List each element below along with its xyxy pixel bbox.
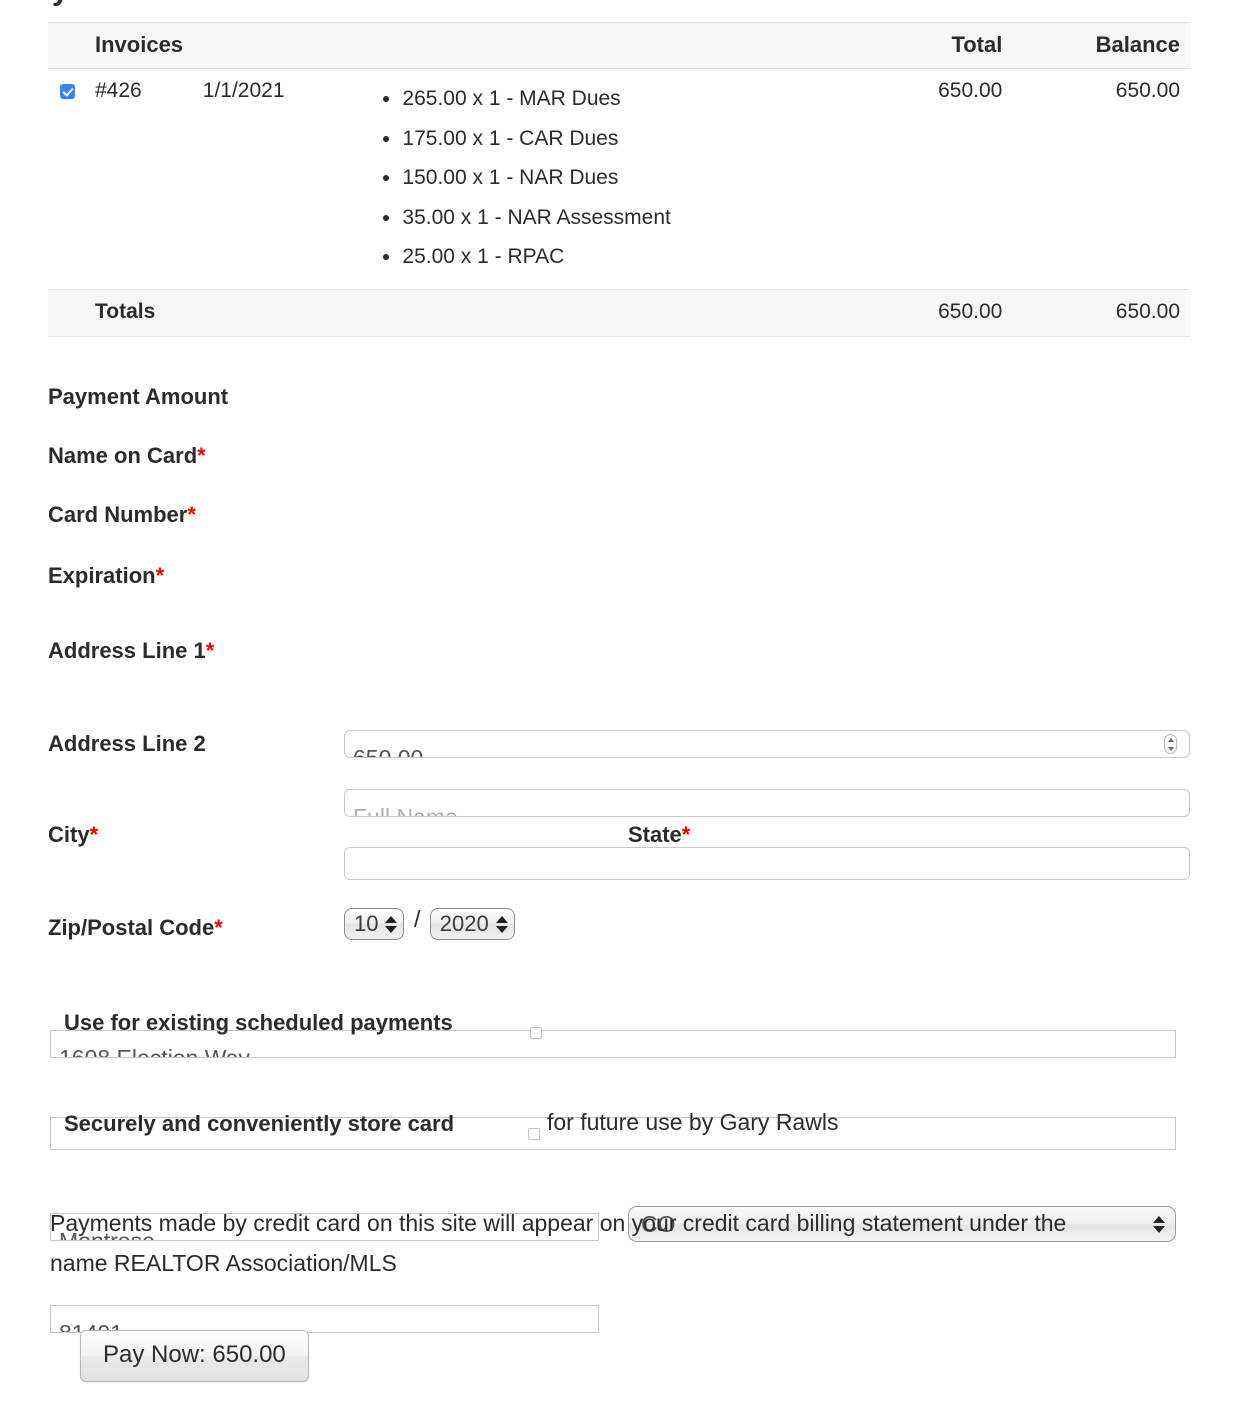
store-card-checkbox[interactable] — [528, 1128, 540, 1140]
header-invoices: Invoices — [85, 22, 841, 69]
list-item: 265.00 x 1 - MAR Dues — [402, 79, 830, 119]
name-on-card-label: Name on Card* — [48, 443, 206, 468]
card-number-input[interactable] — [344, 847, 1190, 880]
state-label: State* — [628, 822, 691, 847]
name-on-card-placeholder: Full Name — [353, 804, 458, 817]
invoice-select-cell — [48, 68, 85, 289]
address-line-2-label: Address Line 2 — [48, 731, 206, 756]
invoices-table-body: #426 1/1/2021 265.00 x 1 - MAR Dues 175.… — [48, 68, 1190, 337]
select-arrows-icon — [1153, 1215, 1165, 1233]
invoice-id: #426 — [85, 68, 193, 289]
totals-spacer — [48, 288, 85, 337]
city-label: City* — [48, 822, 99, 847]
use-existing-scheduled-payments-label: Use for existing scheduled payments — [64, 1010, 453, 1035]
billing-disclaimer: Payments made by credit card on this sit… — [50, 1210, 1067, 1276]
invoice-total: 650.00 — [840, 68, 1013, 289]
card-number-label: Card Number* — [48, 502, 196, 527]
select-arrows-icon — [495, 915, 508, 933]
header-balance: Balance — [1012, 22, 1190, 69]
name-on-card-input[interactable]: Full Name — [344, 789, 1190, 817]
store-card-trailing-text: for future use by Gary Rawls — [547, 1109, 839, 1135]
zip-label: Zip/Postal Code* — [48, 915, 223, 940]
invoices-table-header: Invoices Total Balance — [48, 22, 1190, 69]
select-arrows-icon — [385, 915, 398, 933]
expiration-year-value: 2020 — [439, 911, 489, 936]
payment-amount-value: 650.00 — [353, 745, 424, 758]
invoice-balance: 650.00 — [1012, 68, 1190, 289]
expiration-year-select[interactable]: 2020 — [429, 908, 515, 940]
state-row: State* — [628, 822, 690, 848]
required-marker: * — [155, 563, 165, 588]
totals-row: Totals 650.00 650.00 — [48, 288, 1190, 337]
required-marker: * — [187, 502, 196, 527]
use-existing-scheduled-payments-checkbox[interactable] — [530, 1027, 542, 1039]
expiration-label: Expiration* — [48, 563, 165, 588]
list-item: 175.00 x 1 - CAR Dues — [402, 119, 830, 159]
list-item: 25.00 x 1 - RPAC — [402, 237, 830, 277]
totals-balance: 650.00 — [1012, 288, 1190, 337]
expiration-separator: / — [413, 906, 421, 932]
required-marker: * — [89, 822, 99, 847]
header-total: Total — [840, 22, 1013, 69]
clipped-page-heading: y — [52, 0, 69, 8]
header-select — [48, 22, 85, 69]
totals-total: 650.00 — [840, 288, 1013, 337]
invoice-select-checkbox[interactable] — [60, 84, 75, 99]
required-marker: * — [681, 822, 691, 847]
expiration-controls: 10 / 2020 — [344, 906, 515, 940]
invoice-line-items: 265.00 x 1 - MAR Dues 175.00 x 1 - CAR D… — [364, 68, 841, 289]
stepper-up-icon — [1167, 737, 1174, 742]
stepper-down-icon — [1167, 746, 1174, 751]
expiration-month-select[interactable]: 10 — [344, 908, 405, 940]
line-item-list: 265.00 x 1 - MAR Dues 175.00 x 1 - CAR D… — [374, 79, 830, 277]
payment-amount-label: Payment Amount — [48, 384, 229, 409]
pay-now-button[interactable]: Pay Now: 650.00 — [80, 1330, 309, 1382]
required-marker: * — [197, 443, 206, 468]
table-row: #426 1/1/2021 265.00 x 1 - MAR Dues 175.… — [48, 68, 1190, 289]
address-line-1-label: Address Line 1* — [48, 638, 215, 663]
list-item: 150.00 x 1 - NAR Dues — [402, 158, 830, 198]
required-marker: * — [214, 915, 223, 940]
payment-amount-stepper[interactable] — [1164, 734, 1177, 754]
payment-amount-input[interactable]: 650.00 — [344, 730, 1190, 758]
store-card-label: Securely and conveniently store card — [64, 1111, 455, 1136]
zip-input[interactable]: 81401 — [50, 1305, 599, 1333]
list-item: 35.00 x 1 - NAR Assessment — [402, 198, 830, 238]
table-header-row: Invoices Total Balance — [48, 22, 1190, 69]
invoices-table: Invoices Total Balance #426 1/1/2021 265… — [48, 22, 1190, 337]
invoice-date: 1/1/2021 — [192, 68, 365, 289]
expiration-month-value: 10 — [354, 911, 379, 936]
totals-label: Totals — [85, 288, 841, 337]
required-marker: * — [205, 638, 215, 663]
